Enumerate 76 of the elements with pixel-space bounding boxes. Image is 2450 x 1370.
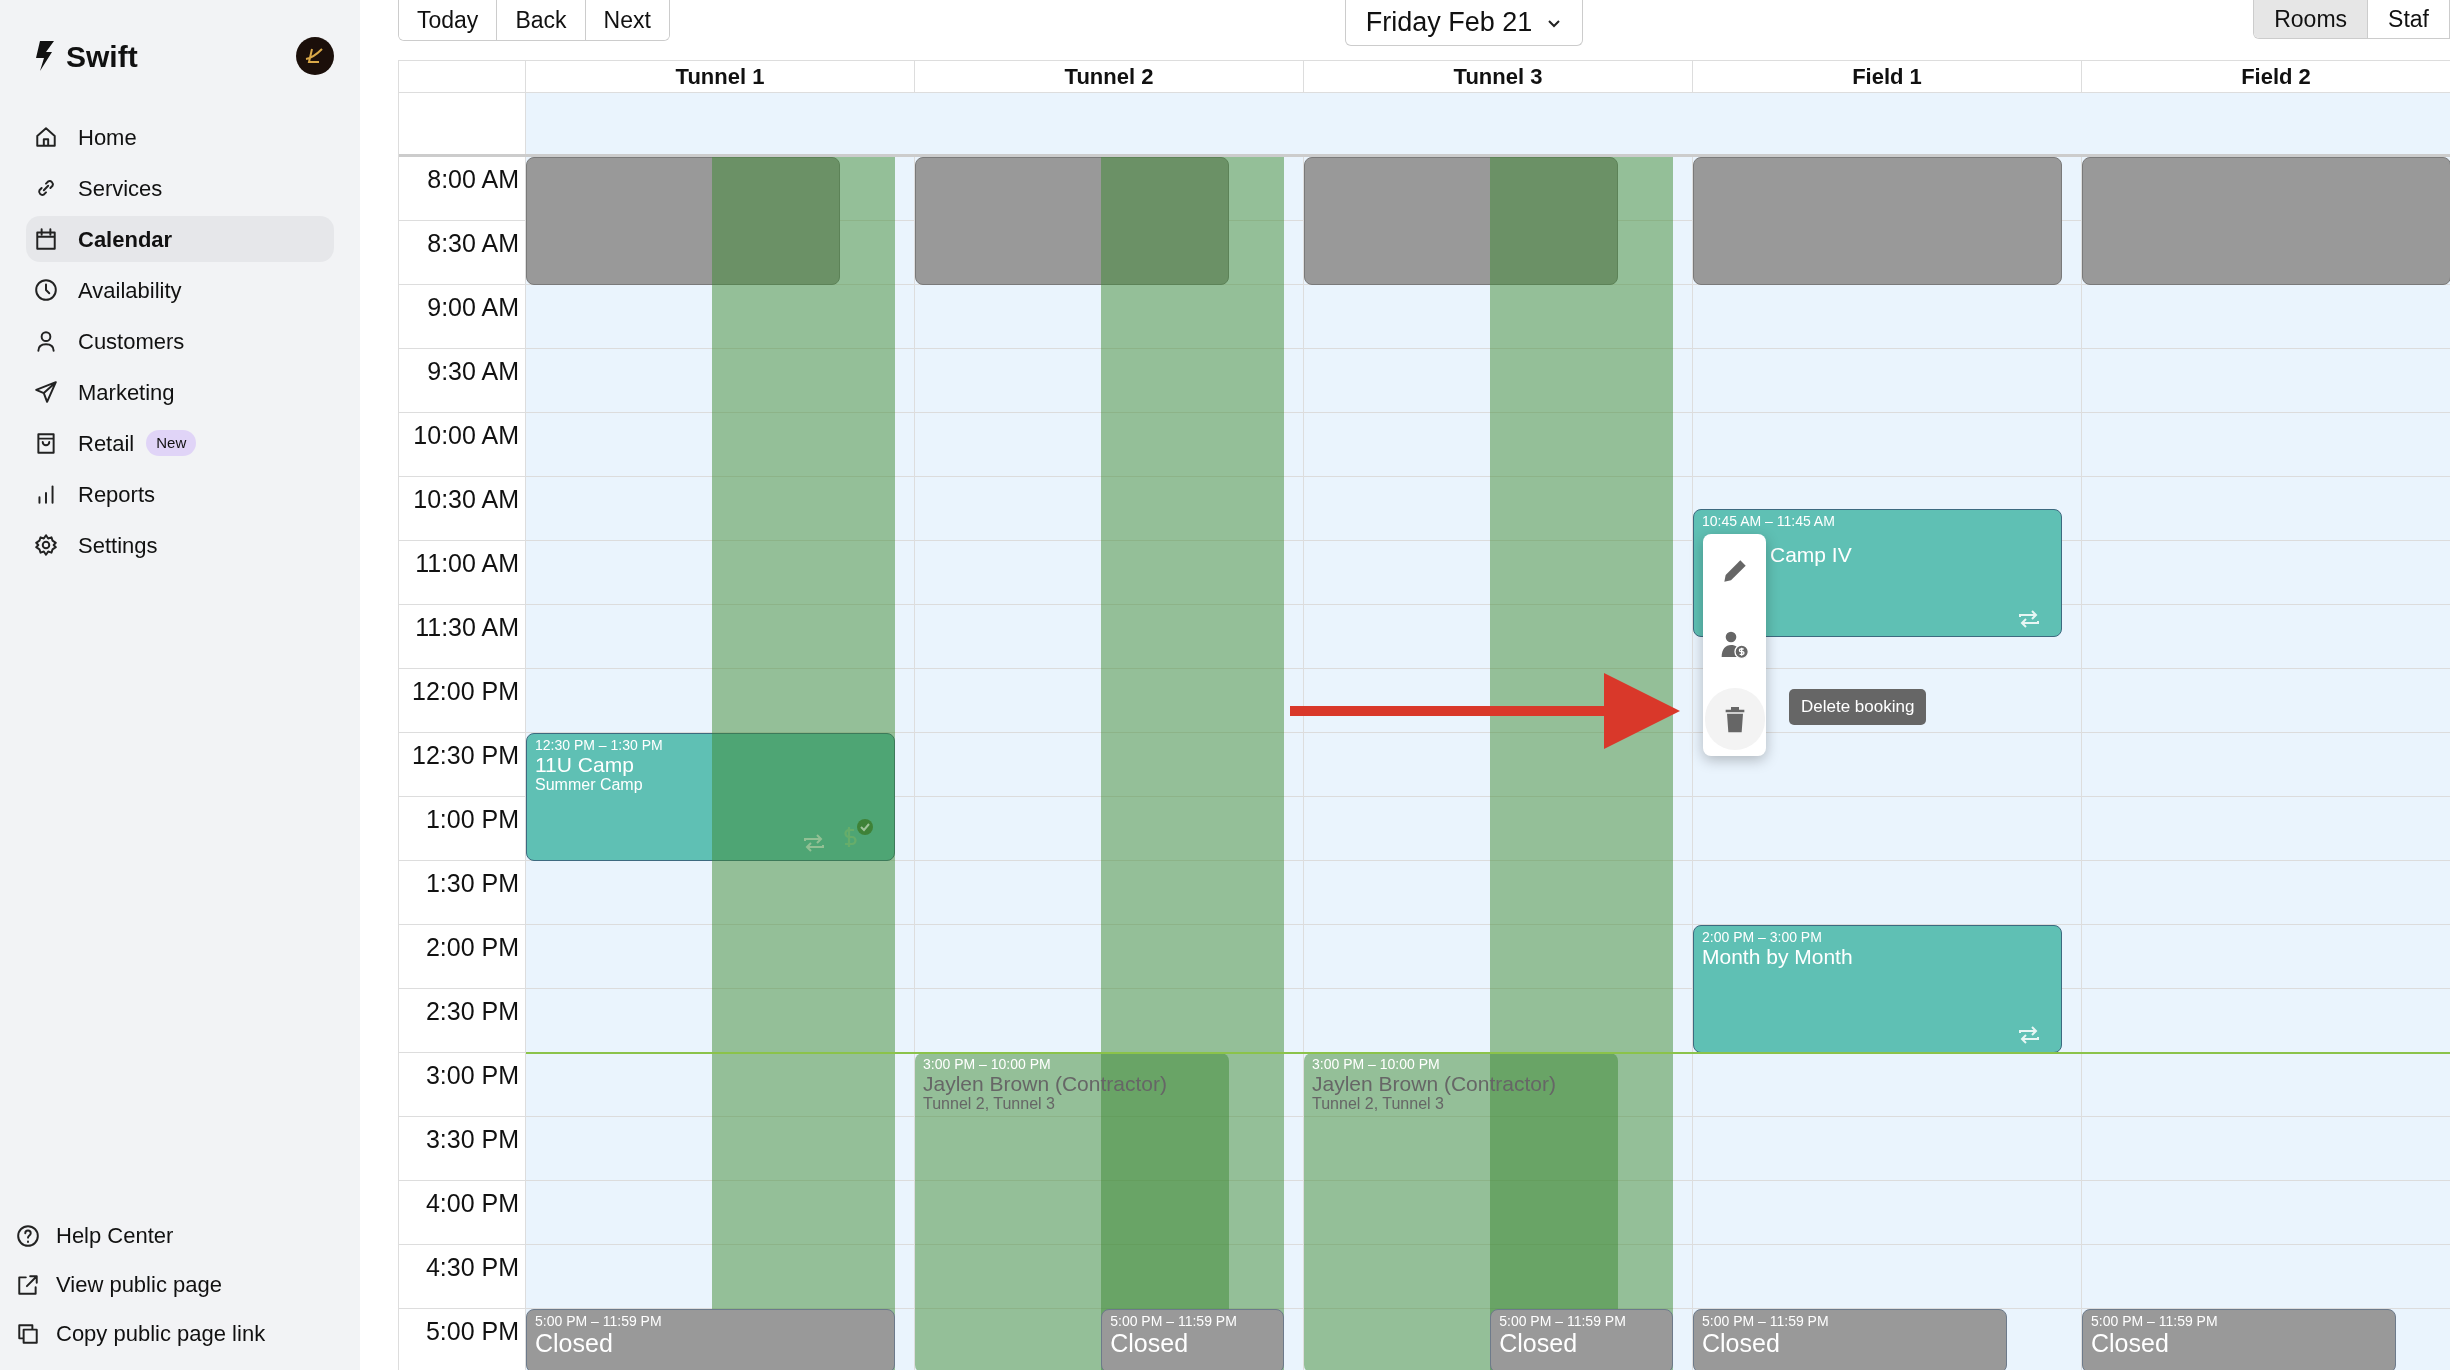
column-header: Tunnel 2: [915, 61, 1304, 92]
nav-item[interactable]: Retail New: [26, 420, 334, 466]
settings-icon: [34, 533, 58, 557]
event-title: Jaylen Brown (Contractor): [1312, 1073, 1557, 1095]
event-title: Jaylen Brown (Contractor): [923, 1073, 1168, 1095]
time-label: 9:00 AM: [399, 285, 525, 349]
nav-item[interactable]: Marketing: [26, 369, 334, 415]
avatar-icon[interactable]: [296, 37, 334, 75]
external-link-icon: [16, 1272, 40, 1297]
column-header: Field 1: [1693, 61, 2082, 92]
event-time: 5:00 PM – 11:59 PM: [2091, 1312, 2219, 1330]
time-label: 8:30 AM: [399, 221, 525, 285]
menu-action-button[interactable]: [1704, 688, 1765, 750]
nav-item[interactable]: Settings: [26, 522, 334, 568]
event-title: Closed: [1110, 1330, 1190, 1356]
time-label: 4:30 PM: [399, 1245, 525, 1309]
event-title: Camp IV: [1769, 544, 1853, 566]
time-label: 1:30 PM: [399, 861, 525, 925]
time-label: 1:00 PM: [399, 797, 525, 861]
nav-item[interactable]: Calendar: [26, 216, 334, 262]
event-time: 3:00 PM – 10:00 PM: [1312, 1055, 1441, 1073]
nav-item[interactable]: Customers: [26, 318, 334, 364]
nav-item[interactable]: Availability: [26, 267, 334, 313]
help-icon: [16, 1223, 40, 1248]
new-badge: New: [146, 429, 197, 457]
event-time: 12:30 PM – 1:30 PM: [535, 736, 664, 754]
column-header: Tunnel 1: [526, 61, 915, 92]
time-label: 10:00 AM: [399, 413, 525, 477]
nav-item[interactable]: Home: [26, 114, 334, 160]
time-label: 11:00 AM: [399, 541, 525, 605]
event-title: Closed: [535, 1330, 614, 1356]
event-subtitle: Tunnel 2, Tunnel 3: [923, 1095, 1056, 1113]
column-header: Field 2: [2082, 61, 2450, 92]
calendar-icon: [34, 227, 58, 251]
time-label: 12:30 PM: [399, 733, 525, 797]
time-label: 4:00 PM: [399, 1181, 525, 1245]
event-subtitle: Summer Camp: [535, 776, 644, 794]
footer-link[interactable]: View public page: [16, 1268, 334, 1301]
event-title: Closed: [2091, 1330, 2170, 1356]
nav-item[interactable]: Services: [26, 165, 334, 211]
clock-icon: [34, 278, 58, 302]
person-icon: [34, 329, 58, 353]
time-label: 5:00 PM: [399, 1309, 525, 1370]
event-title: Month by Month: [1702, 946, 1854, 968]
copy-icon: [16, 1321, 40, 1346]
brand-name: Swift: [66, 38, 138, 75]
event-time: 10:45 AM – 11:45 AM: [1702, 512, 1836, 530]
time-label: 3:30 PM: [399, 1117, 525, 1181]
event-title: 11U Camp: [535, 754, 635, 776]
time-label: 9:30 AM: [399, 349, 525, 413]
date-dropdown[interactable]: Friday Feb 21: [1344, 0, 1584, 46]
event-subtitle: Tunnel 2, Tunnel 3: [1312, 1095, 1445, 1113]
time-label: 2:00 PM: [399, 925, 525, 989]
event-time: 3:00 PM – 10:00 PM: [923, 1055, 1052, 1073]
time-label: 10:30 AM: [399, 477, 525, 541]
paper-plane-icon: [34, 380, 58, 404]
time-label: 8:00 AM: [399, 157, 525, 221]
time-label: 3:00 PM: [399, 1053, 525, 1117]
time-label: 2:30 PM: [399, 989, 525, 1053]
footer-link[interactable]: Help Center: [16, 1219, 334, 1252]
footer-link[interactable]: Copy public page link: [16, 1317, 334, 1350]
event-time: 5:00 PM – 11:59 PM: [535, 1312, 663, 1330]
event-title: Closed: [1702, 1330, 1781, 1356]
view-tab[interactable]: Rooms: [2254, 0, 2368, 38]
time-label: 11:30 AM: [399, 605, 525, 669]
nav-item[interactable]: Reports: [26, 471, 334, 517]
lightning-logo-icon: [34, 41, 56, 71]
event-time: 5:00 PM – 11:59 PM: [1702, 1312, 1830, 1330]
time-label: 12:00 PM: [399, 669, 525, 733]
event-time: 2:00 PM – 3:00 PM: [1702, 928, 1823, 946]
home-icon: [34, 125, 58, 149]
nav-button[interactable]: Next: [584, 0, 669, 40]
event-title: Closed: [1499, 1330, 1579, 1356]
tooltip: Delete booking: [1789, 689, 1927, 725]
column-header: Tunnel 3: [1304, 61, 1693, 92]
shopping-bag-icon: [34, 431, 58, 455]
